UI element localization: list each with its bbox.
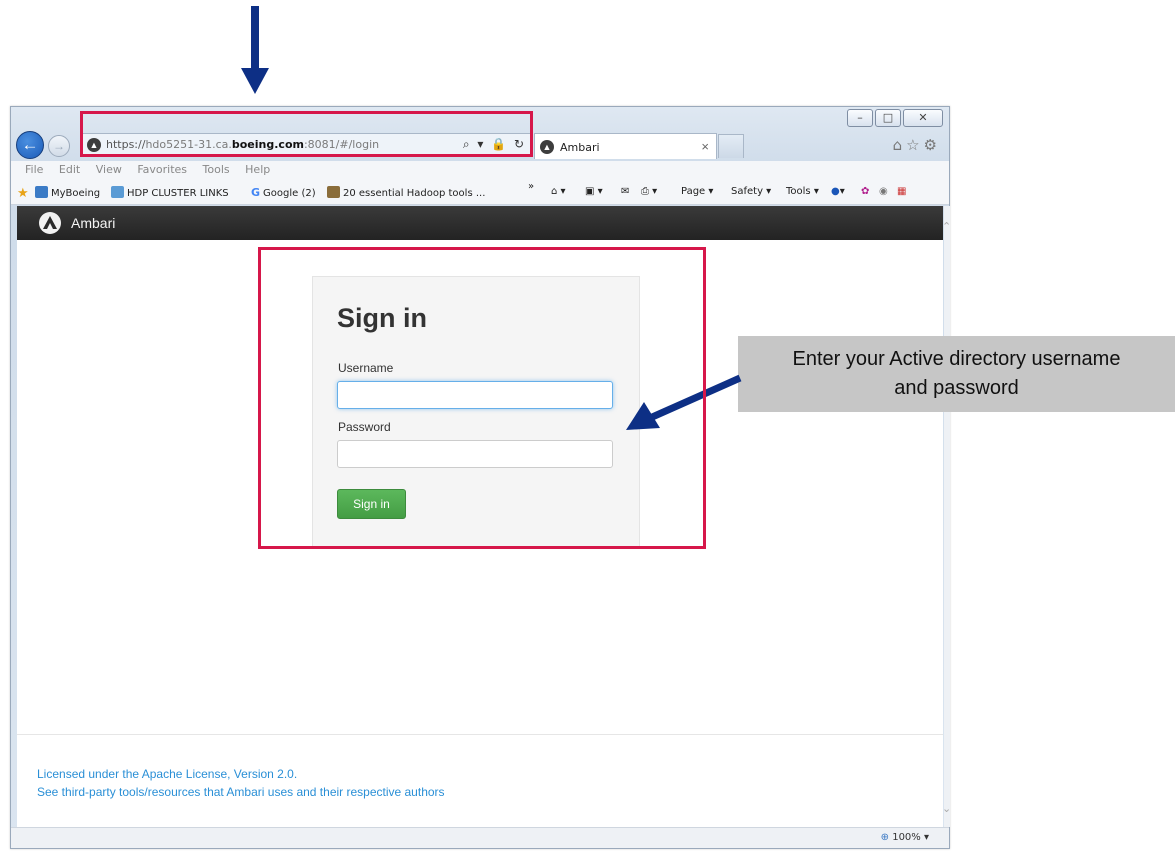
favorites-star-add-icon[interactable]: ★ [17,186,29,201]
ambari-top-navbar: Ambari [17,206,943,240]
article-icon [327,186,340,198]
fav-hadoop-tools[interactable]: 20 essential Hadoop tools ... [327,186,485,199]
signin-highlight-box [258,247,706,549]
status-bar: ⊕ 100% ▾ [11,827,949,848]
third-party-tools-link[interactable]: See third-party tools/resources that Amb… [37,785,445,799]
scroll-up-icon[interactable]: ⌃ [942,220,951,233]
apache-license-link[interactable]: Licensed under the Apache License, Versi… [37,767,297,781]
menu-view[interactable]: View [96,163,122,176]
home-icon[interactable]: ⌂ [893,136,907,154]
tools-menu[interactable]: Tools ▾ [786,186,819,197]
addon-icon[interactable]: ✿ [861,186,869,197]
feeds-dropdown-icon[interactable]: ▣ ▾ [585,186,603,197]
menu-file[interactable]: File [25,163,43,176]
favorites-star-icon[interactable]: ☆ [906,136,923,154]
menu-edit[interactable]: Edit [59,163,80,176]
tab-ambari[interactable]: ▲ Ambari × [534,133,717,159]
back-arrow-icon[interactable]: ← [16,131,44,159]
zoom-icon: ⊕ [880,832,890,843]
callout-line-2: and password [894,377,1019,399]
help-dropdown-icon[interactable]: ●▾ [831,186,845,197]
callout-line-1: Enter your Active directory username [792,348,1121,370]
forward-arrow-icon[interactable]: → [48,135,70,157]
gear-icon[interactable]: ⚙ [924,136,941,154]
fav-google[interactable]: G Google (2) [251,186,316,199]
print-dropdown-icon[interactable]: ⎙ ▾ [641,186,657,197]
menu-tools[interactable]: Tools [203,163,230,176]
tab-close-icon[interactable]: × [701,139,709,154]
new-tab-button[interactable] [718,134,744,158]
scroll-down-icon[interactable]: ⌄ [942,802,951,815]
fav-myboeing[interactable]: MyBoeing [35,186,100,199]
page-footer: Licensed under the Apache License, Versi… [17,734,943,827]
instruction-callout: Enter your Active directory username and… [738,336,1175,412]
myboeing-icon [35,186,48,198]
page-menu[interactable]: Page ▾ [681,186,713,197]
chevron-more-icon[interactable]: » [528,181,534,192]
menu-help[interactable]: Help [245,163,270,176]
home-dropdown-icon[interactable]: ⌂ ▾ [551,186,566,197]
mail-icon[interactable]: ✉ [621,186,629,197]
minimize-icon[interactable]: – [847,109,873,127]
menu-favorites[interactable]: Favorites [137,163,187,176]
browser-right-icons: ⌂☆⚙ [893,136,941,154]
close-icon[interactable]: ✕ [903,109,943,127]
tab-title: Ambari [560,141,600,154]
window-controls: – □ ✕ [847,109,943,127]
ambari-tab-icon: ▲ [540,140,554,154]
settings-addon-icon[interactable]: ◉ [879,186,888,197]
url-highlight-box [80,111,533,157]
research-icon[interactable]: ▦ [897,186,906,197]
ambari-logo-icon[interactable] [39,212,61,234]
favorites-bar: ★ MyBoeing HDP CLUSTER LINKS G Google (2)… [11,179,949,205]
maximize-icon[interactable]: □ [875,109,901,127]
top-pointer-arrow-icon [241,6,269,94]
ambari-brand-title[interactable]: Ambari [71,215,115,231]
page-scrollbar[interactable]: ⌃ ⌄ [942,206,951,827]
zoom-level[interactable]: ⊕ 100% ▾ [881,832,929,843]
safety-menu[interactable]: Safety ▾ [731,186,771,197]
google-icon: G [251,186,261,199]
ie-page-icon [111,186,124,198]
menu-bar: File Edit View Favorites Tools Help [11,161,949,179]
fav-hdp-cluster-links[interactable]: HDP CLUSTER LINKS [111,186,229,199]
